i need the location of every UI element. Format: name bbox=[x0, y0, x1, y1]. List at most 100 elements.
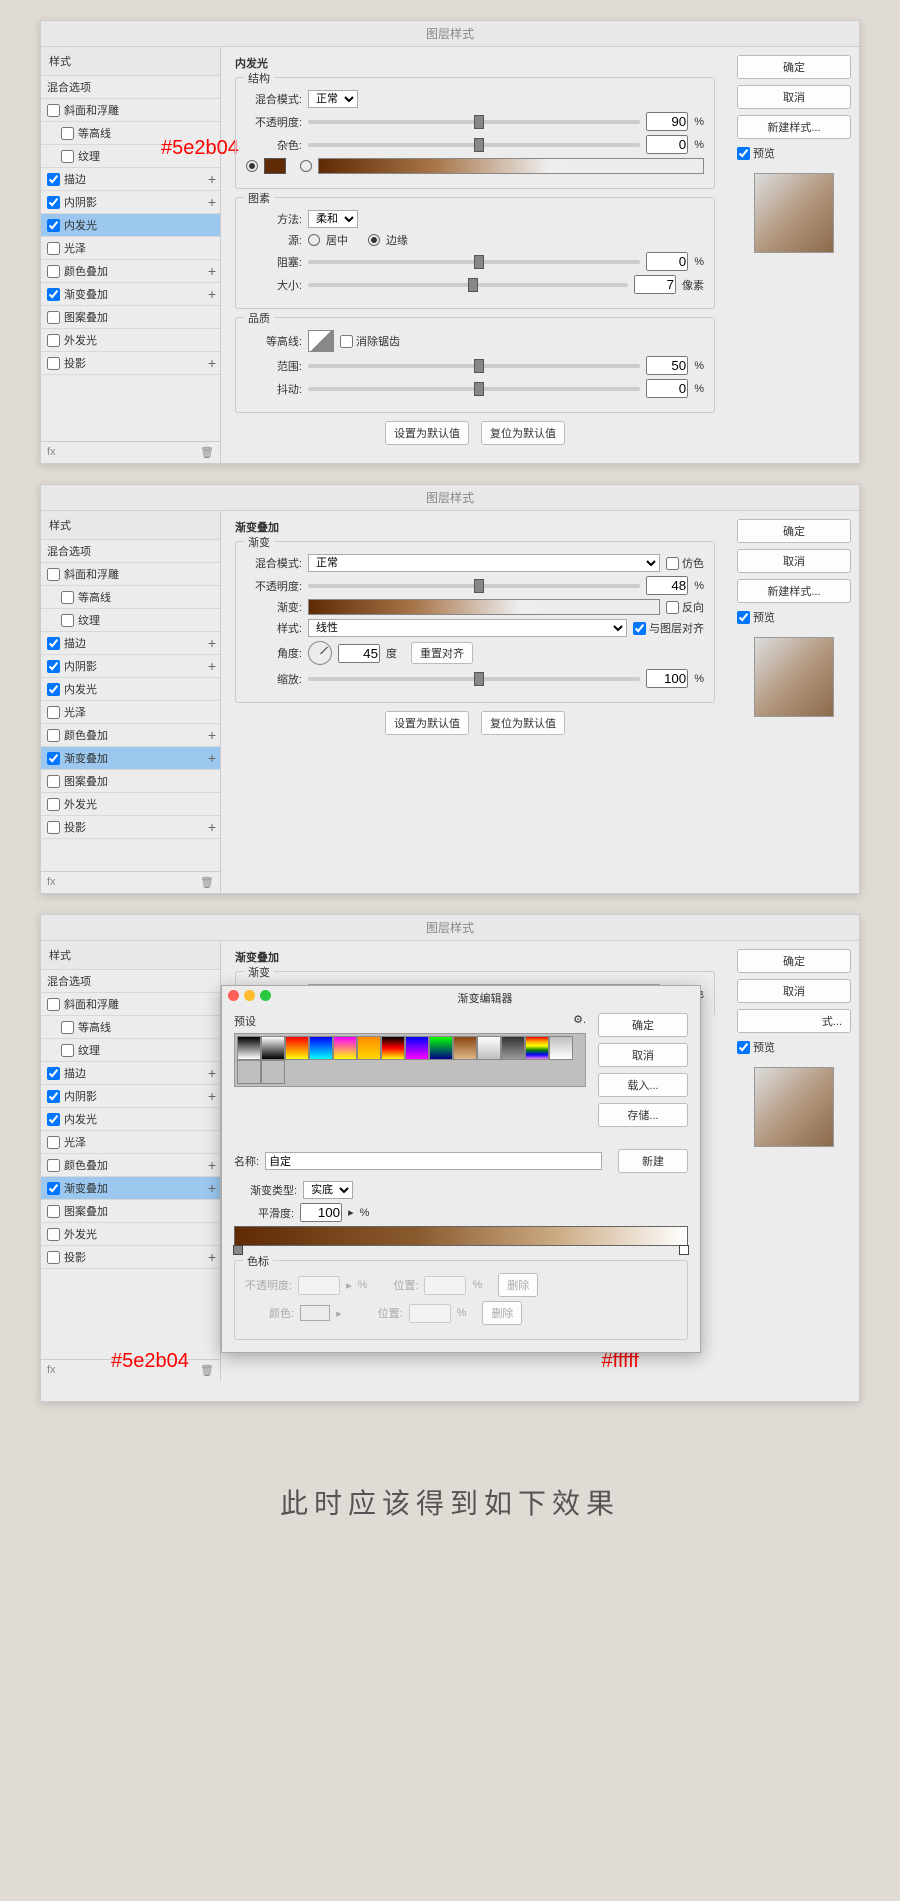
add-icon[interactable]: + bbox=[208, 355, 216, 371]
gradient-swatch[interactable] bbox=[318, 158, 704, 174]
preset-swatch[interactable] bbox=[501, 1036, 525, 1060]
style-checkbox[interactable] bbox=[61, 1044, 74, 1057]
style-checkbox[interactable] bbox=[47, 798, 60, 811]
jitter-slider[interactable] bbox=[308, 387, 640, 391]
preset-swatch[interactable] bbox=[285, 1036, 309, 1060]
style-row-11[interactable]: 投影+ bbox=[41, 1246, 220, 1269]
trash-icon[interactable]: 🗑 bbox=[200, 446, 214, 459]
opacity-input[interactable] bbox=[646, 112, 688, 131]
style-checkbox[interactable] bbox=[47, 1136, 60, 1149]
style-row-8[interactable]: 渐变叠加+ bbox=[41, 1177, 220, 1200]
style-row-7[interactable]: 颜色叠加+ bbox=[41, 260, 220, 283]
preset-swatch[interactable] bbox=[261, 1036, 285, 1060]
preset-swatch[interactable] bbox=[237, 1036, 261, 1060]
preset-swatches[interactable] bbox=[234, 1033, 586, 1087]
choke-slider[interactable] bbox=[308, 260, 640, 264]
style-checkbox[interactable] bbox=[47, 219, 60, 232]
style-checkbox[interactable] bbox=[47, 357, 60, 370]
style-checkbox[interactable] bbox=[47, 683, 60, 696]
style-row-0[interactable]: 斜面和浮雕 bbox=[41, 993, 220, 1016]
style-row-11[interactable]: 投影+ bbox=[41, 816, 220, 839]
new-style-button[interactable]: 式... bbox=[737, 1009, 851, 1033]
style-checkbox[interactable] bbox=[61, 614, 74, 627]
scale-slider[interactable] bbox=[308, 677, 640, 681]
trash-icon[interactable]: 🗑 bbox=[200, 876, 214, 889]
angle-dial[interactable] bbox=[308, 641, 332, 665]
opacity-input[interactable] bbox=[646, 576, 688, 595]
size-input[interactable] bbox=[634, 275, 676, 294]
style-checkbox[interactable] bbox=[61, 1021, 74, 1034]
preset-swatch[interactable] bbox=[429, 1036, 453, 1060]
gear-icon[interactable]: ⚙. bbox=[573, 1013, 586, 1029]
add-icon[interactable]: + bbox=[208, 263, 216, 279]
style-checkbox[interactable] bbox=[61, 591, 74, 604]
style-row-1[interactable]: 等高线 bbox=[41, 586, 220, 609]
style-checkbox[interactable] bbox=[47, 1205, 60, 1218]
style-row-10[interactable]: 外发光 bbox=[41, 329, 220, 352]
noise-slider[interactable] bbox=[308, 143, 640, 147]
style-row-1[interactable]: 等高线 bbox=[41, 1016, 220, 1039]
style-checkbox[interactable] bbox=[47, 775, 60, 788]
preview-checkbox[interactable] bbox=[737, 611, 750, 624]
preset-swatch[interactable] bbox=[309, 1036, 333, 1060]
style-row-0[interactable]: 斜面和浮雕 bbox=[41, 563, 220, 586]
ge-save-button[interactable]: 存储... bbox=[598, 1103, 688, 1127]
blend-mode-select[interactable]: 正常 bbox=[308, 554, 660, 572]
source-center-radio[interactable] bbox=[308, 234, 320, 246]
add-icon[interactable]: + bbox=[208, 727, 216, 743]
style-row-9[interactable]: 图案叠加 bbox=[41, 306, 220, 329]
ge-new-button[interactable]: 新建 bbox=[618, 1149, 688, 1173]
color-radio[interactable] bbox=[246, 160, 258, 172]
style-row-6[interactable]: 光泽 bbox=[41, 237, 220, 260]
reset-align-button[interactable]: 重置对齐 bbox=[411, 642, 473, 664]
reverse-checkbox[interactable] bbox=[666, 601, 679, 614]
style-checkbox[interactable] bbox=[47, 706, 60, 719]
window-controls[interactable]: 渐变编辑器 bbox=[222, 986, 700, 1005]
style-row-2[interactable]: 纹理 bbox=[41, 609, 220, 632]
preset-swatch[interactable] bbox=[453, 1036, 477, 1060]
ge-cancel-button[interactable]: 取消 bbox=[598, 1043, 688, 1067]
style-checkbox[interactable] bbox=[47, 1251, 60, 1264]
style-row-6[interactable]: 光泽 bbox=[41, 701, 220, 724]
antialias-checkbox[interactable] bbox=[340, 335, 353, 348]
style-row-2[interactable]: 纹理 bbox=[41, 145, 220, 168]
style-checkbox[interactable] bbox=[61, 150, 74, 163]
preset-swatch[interactable] bbox=[357, 1036, 381, 1060]
color-swatch[interactable] bbox=[264, 158, 286, 174]
new-style-button[interactable]: 新建样式... bbox=[737, 115, 851, 139]
reset-default-button[interactable]: 复位为默认值 bbox=[481, 421, 565, 445]
source-edge-radio[interactable] bbox=[368, 234, 380, 246]
gradient-bar[interactable] bbox=[234, 1226, 688, 1246]
style-checkbox[interactable] bbox=[47, 265, 60, 278]
style-row-8[interactable]: 渐变叠加+ bbox=[41, 747, 220, 770]
style-row-1[interactable]: 等高线 bbox=[41, 122, 220, 145]
style-checkbox[interactable] bbox=[47, 1067, 60, 1080]
style-row-7[interactable]: 颜色叠加+ bbox=[41, 724, 220, 747]
style-checkbox[interactable] bbox=[47, 637, 60, 650]
style-checkbox[interactable] bbox=[47, 1182, 60, 1195]
add-icon[interactable]: + bbox=[208, 1065, 216, 1081]
choke-input[interactable] bbox=[646, 252, 688, 271]
style-checkbox[interactable] bbox=[47, 821, 60, 834]
preview-checkbox[interactable] bbox=[737, 147, 750, 160]
style-checkbox[interactable] bbox=[47, 104, 60, 117]
style-row-4[interactable]: 内阴影+ bbox=[41, 655, 220, 678]
gradient-type-select[interactable]: 实底 bbox=[303, 1181, 353, 1199]
color-stop-right[interactable] bbox=[679, 1245, 689, 1255]
noise-input[interactable] bbox=[646, 135, 688, 154]
add-icon[interactable]: + bbox=[208, 194, 216, 210]
add-icon[interactable]: + bbox=[208, 1157, 216, 1173]
style-checkbox[interactable] bbox=[47, 196, 60, 209]
style-row-0[interactable]: 斜面和浮雕 bbox=[41, 99, 220, 122]
preset-swatch[interactable] bbox=[333, 1036, 357, 1060]
blend-options-row[interactable]: 混合选项 bbox=[41, 76, 220, 99]
add-icon[interactable]: + bbox=[208, 819, 216, 835]
preset-swatch[interactable] bbox=[549, 1036, 573, 1060]
style-row-9[interactable]: 图案叠加 bbox=[41, 1200, 220, 1223]
set-default-button[interactable]: 设置为默认值 bbox=[385, 711, 469, 735]
ok-button[interactable]: 确定 bbox=[737, 55, 851, 79]
style-checkbox[interactable] bbox=[47, 1228, 60, 1241]
style-checkbox[interactable] bbox=[47, 242, 60, 255]
preset-swatch[interactable] bbox=[405, 1036, 429, 1060]
style-row-5[interactable]: 内发光 bbox=[41, 678, 220, 701]
